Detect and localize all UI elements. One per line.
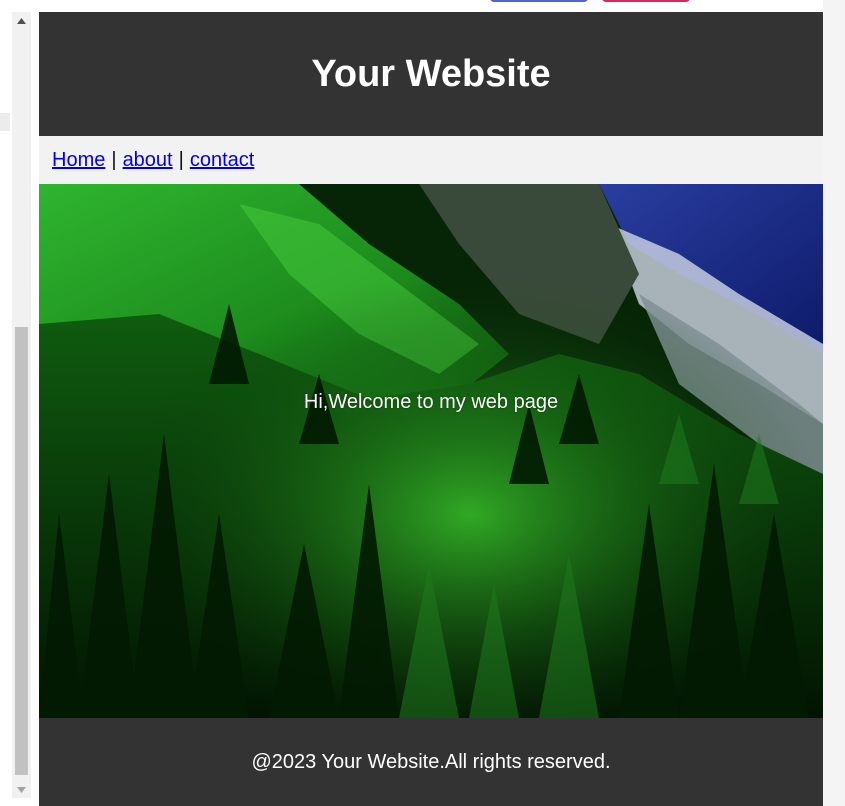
- right-gutter: [823, 0, 845, 806]
- top-button-blue[interactable]: [490, 0, 588, 2]
- nav-separator: |: [178, 148, 184, 171]
- scrollbar-thumb[interactable]: [15, 327, 28, 775]
- vertical-scrollbar[interactable]: [12, 12, 31, 798]
- hero-welcome-text: Hi,Welcome to my web page: [303, 391, 559, 413]
- left-panel: [0, 0, 39, 806]
- triangle-up-icon: [17, 17, 26, 24]
- site-title: Your Website: [311, 53, 551, 95]
- site-header: Your Website: [39, 12, 823, 136]
- site-nav: Home | about | contact: [39, 136, 823, 184]
- nav-separator: |: [111, 148, 117, 171]
- browser-viewport: Your Website Home | about | contact Hi,W…: [0, 0, 845, 806]
- panel-edge-marker: [0, 113, 10, 131]
- hero-banner: Hi,Welcome to my web page: [39, 184, 823, 718]
- site-footer: @2023 Your Website.All rights reserved.: [39, 718, 823, 806]
- triangle-down-icon: [17, 786, 26, 793]
- nav-link-home[interactable]: Home: [52, 149, 105, 172]
- web-page: Your Website Home | about | contact Hi,W…: [39, 12, 823, 806]
- nav-link-about[interactable]: about: [123, 149, 173, 172]
- scroll-up-button[interactable]: [12, 12, 31, 29]
- scroll-down-button[interactable]: [12, 781, 31, 798]
- hero-background-image: [39, 184, 823, 718]
- nav-link-contact[interactable]: contact: [190, 149, 254, 172]
- footer-copyright: @2023 Your Website.All rights reserved.: [251, 750, 611, 773]
- top-button-red[interactable]: [602, 0, 690, 2]
